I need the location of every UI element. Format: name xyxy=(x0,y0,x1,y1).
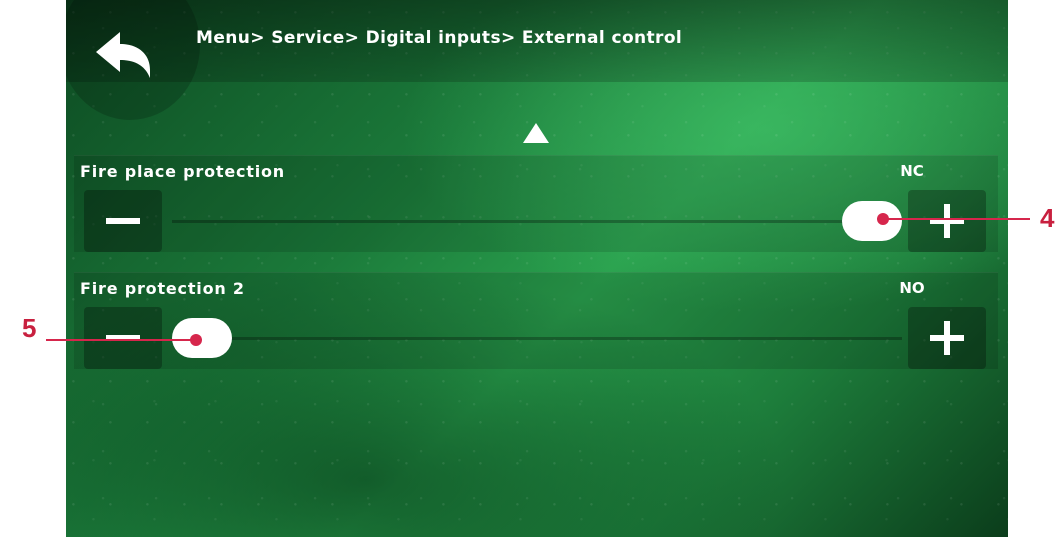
value-slider[interactable] xyxy=(172,201,902,241)
plus-icon xyxy=(930,321,964,355)
callout-4-line xyxy=(882,218,1030,220)
setting-label: Fire place protection xyxy=(80,162,286,181)
slider-thumb[interactable] xyxy=(172,318,232,358)
callout-4-dot xyxy=(877,213,889,225)
header-bar: Menu> Service> Digital inputs> External … xyxy=(66,0,1008,120)
plus-icon xyxy=(930,204,964,238)
decrease-button[interactable] xyxy=(84,190,162,252)
breadcrumb: Menu> Service> Digital inputs> External … xyxy=(196,28,683,48)
slider-thumb[interactable] xyxy=(842,201,902,241)
scroll-up-button[interactable] xyxy=(522,121,550,145)
triangle-up-icon xyxy=(523,123,549,143)
setting-row-fire-protection-2: Fire protection 2 NO xyxy=(74,272,998,369)
setting-value: NO xyxy=(899,279,925,297)
setting-value: NC xyxy=(900,162,924,180)
increase-button[interactable] xyxy=(908,307,986,369)
value-slider[interactable] xyxy=(172,318,902,358)
callout-5-number: 5 xyxy=(22,313,37,343)
minus-icon xyxy=(106,335,140,341)
external-control-screen: Menu> Service> Digital inputs> External … xyxy=(66,0,1008,537)
callout-5-line xyxy=(46,339,196,341)
decrease-button[interactable] xyxy=(84,307,162,369)
callout-4-number: 4 xyxy=(1040,203,1055,233)
setting-row-fire-place-protection: Fire place protection NC xyxy=(74,155,998,252)
minus-icon xyxy=(106,218,140,224)
setting-label: Fire protection 2 xyxy=(80,279,245,298)
increase-button[interactable] xyxy=(908,190,986,252)
callout-5-dot xyxy=(190,334,202,346)
back-button[interactable] xyxy=(86,22,166,86)
back-arrow-icon xyxy=(96,32,150,78)
